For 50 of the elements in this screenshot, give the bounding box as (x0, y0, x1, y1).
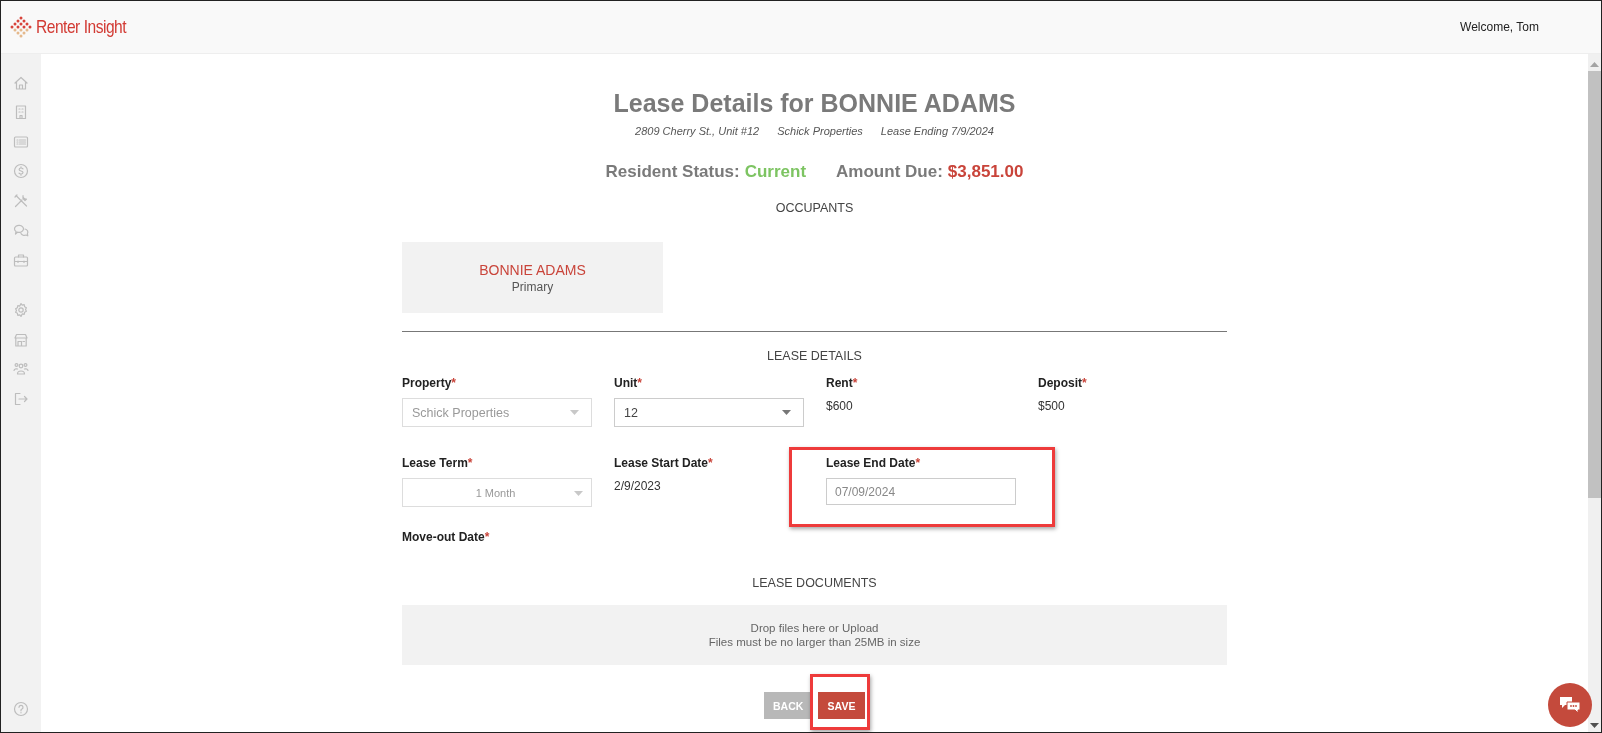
section-heading: LEASE DETAILS (767, 348, 862, 364)
file-drop-zone[interactable]: Drop files here or Upload Files must be no larger than 25MB in size (402, 605, 1227, 665)
field-label: Move-out Date* (402, 529, 490, 545)
lease-info-text: 2809 Cherry St., Unit #12 (635, 124, 760, 139)
lease-info-text: Lease Ending 7/9/2024 (880, 124, 994, 139)
caret-icon (574, 491, 583, 496)
welcome-text: Welcome, Tom (1460, 20, 1539, 34)
field-label: Deposit* (1038, 375, 1087, 391)
page-title: Lease Details for BONNIE ADAMS (613, 88, 1016, 119)
field-label: Lease Term* (402, 455, 473, 471)
caret-icon (570, 410, 579, 415)
logout-icon[interactable] (13, 390, 29, 407)
tools-icon[interactable] (13, 192, 29, 209)
field-label: Lease Start Date* (614, 455, 713, 471)
settings-icon[interactable] (13, 302, 29, 319)
caret-icon (782, 410, 791, 415)
briefcase-icon[interactable] (13, 251, 29, 268)
lease-info-text: Schick Properties (777, 124, 863, 139)
chat-icon[interactable] (13, 222, 29, 239)
scroll-down-icon[interactable] (1590, 723, 1599, 728)
field-label: Unit* (614, 375, 642, 391)
status-label: Amount Due: (836, 161, 943, 183)
status-label: Resident Status: (605, 161, 740, 183)
people-icon[interactable] (13, 361, 29, 378)
list-icon[interactable] (13, 133, 29, 150)
field-value: 2/9/2023 (614, 478, 661, 494)
section-heading: OCCUPANTS (775, 200, 854, 216)
dollar-icon[interactable] (13, 163, 29, 180)
save-button[interactable]: SAVE (818, 692, 865, 719)
field-label: Lease End Date* (826, 455, 921, 471)
status-value: Current (744, 161, 807, 183)
section-heading: LEASE DOCUMENTS (752, 575, 877, 591)
home-icon[interactable] (13, 74, 29, 91)
scroll-up-icon[interactable] (1590, 62, 1599, 67)
chat-bubbles-icon (1559, 696, 1581, 714)
scrollbar[interactable] (1588, 54, 1601, 732)
occupant-card[interactable]: BONNIE ADAMS Primary (402, 242, 663, 313)
field-label: Rent* (826, 375, 858, 391)
status-value: $3,851.00 (947, 161, 1024, 183)
logo-icon (10, 16, 32, 38)
field-value: $600 (826, 398, 853, 414)
scroll-thumb[interactable] (1588, 71, 1601, 498)
store-icon[interactable] (13, 331, 29, 348)
date-input-field[interactable]: 07/09/2024 (826, 478, 1016, 505)
building-icon[interactable] (13, 104, 29, 121)
field-label: Property* (402, 375, 457, 391)
dropdown[interactable]: 12 (614, 398, 804, 427)
help-icon[interactable] (13, 701, 29, 718)
field-value: $500 (1038, 398, 1065, 414)
logo-text: Renter Insight (36, 16, 127, 38)
